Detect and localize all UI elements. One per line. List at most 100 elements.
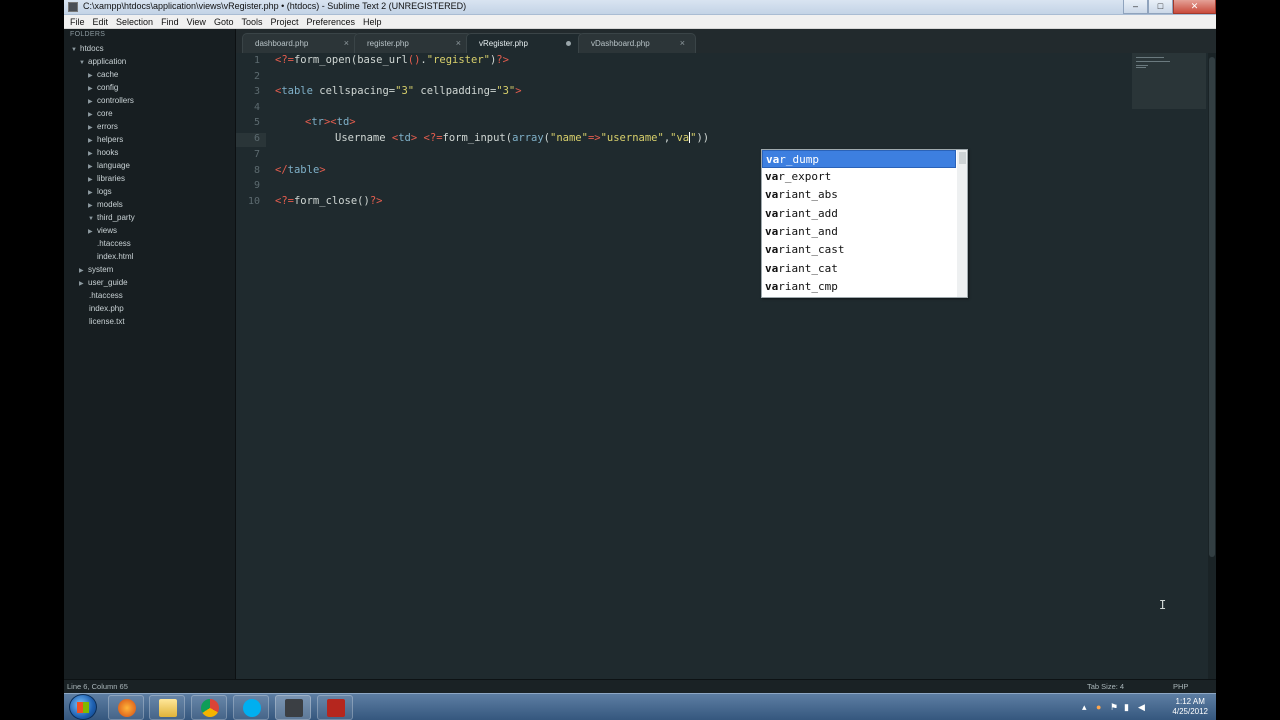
disclosure-right-icon[interactable]: ▶ [88, 135, 97, 147]
tree-item-htaccess-root[interactable]: .htaccess [89, 290, 123, 302]
menu-tools[interactable]: Tools [237, 15, 266, 29]
tree-item-models[interactable]: ▶ models [88, 199, 123, 211]
tree-item-label: logs [97, 187, 112, 196]
autocomplete-item[interactable]: var_export [762, 168, 956, 186]
disclosure-right-icon[interactable]: ▶ [88, 174, 97, 186]
code-editor[interactable]: 1 2 3 4 5 6 7 8 9 10 <?=form_open(base_u… [236, 53, 1216, 679]
code-line-3: <table cellspacing="3" cellpadding="3"> [275, 85, 522, 97]
tab-vdashboard-php[interactable]: vDashboard.php × [578, 33, 696, 53]
vertical-scrollbar[interactable] [1208, 53, 1216, 679]
tree-item-language[interactable]: ▶ language [88, 160, 130, 172]
tree-item-helpers[interactable]: ▶ helpers [88, 134, 123, 146]
tree-item-application[interactable]: ▼ application [79, 56, 126, 68]
disclosure-right-icon[interactable]: ▶ [79, 265, 88, 277]
disclosure-down-icon[interactable]: ▼ [79, 57, 88, 69]
disclosure-right-icon[interactable]: ▶ [88, 70, 97, 82]
tab-label: vRegister.php [479, 39, 528, 48]
disclosure-right-icon[interactable]: ▶ [88, 122, 97, 134]
taskbar-filezilla[interactable] [317, 695, 353, 720]
autocomplete-item[interactable]: variant_and [762, 223, 956, 241]
tree-item-license[interactable]: license.txt [89, 316, 125, 328]
tree-item-views[interactable]: ▶ views [88, 225, 117, 237]
disclosure-right-icon[interactable]: ▶ [88, 96, 97, 108]
tray-volume-icon[interactable]: ◀ [1138, 702, 1145, 713]
tree-item-label: third_party [97, 213, 135, 222]
line-number: 8 [253, 165, 260, 176]
sublime-app-icon [68, 2, 78, 12]
taskbar-chrome[interactable] [191, 695, 227, 720]
disclosure-right-icon[interactable]: ▶ [88, 83, 97, 95]
close-tab-icon[interactable]: × [680, 38, 685, 48]
autocomplete-item[interactable]: variant_add [762, 205, 956, 223]
tab-register-php[interactable]: register.php × [354, 33, 472, 53]
autocomplete-item-selected[interactable]: var_dump [762, 150, 956, 168]
taskbar-skype[interactable] [233, 695, 269, 720]
autocomplete-item[interactable]: variant_cmp [762, 278, 956, 296]
tree-item-label: models [97, 200, 123, 209]
menu-edit[interactable]: Edit [89, 15, 113, 29]
tree-item-user-guide[interactable]: ▶ user_guide [79, 277, 128, 289]
menu-preferences[interactable]: Preferences [302, 15, 359, 29]
tree-item-config[interactable]: ▶ config [88, 82, 118, 94]
tree-item-controllers[interactable]: ▶ controllers [88, 95, 134, 107]
menu-file[interactable]: File [66, 15, 89, 29]
tree-item-htdocs[interactable]: ▼ htdocs [71, 43, 104, 55]
minimap[interactable] [1132, 53, 1206, 109]
taskbar-sublime[interactable] [275, 695, 311, 720]
disclosure-right-icon[interactable]: ▶ [88, 187, 97, 199]
tree-item-logs[interactable]: ▶ logs [88, 186, 112, 198]
tree-item-libraries[interactable]: ▶ libraries [88, 173, 125, 185]
taskbar-clock[interactable]: 1:12 AM 4/25/2012 [1172, 697, 1208, 717]
menu-view[interactable]: View [183, 15, 210, 29]
tree-item-index-html[interactable]: index.html [97, 251, 133, 263]
tree-item-hooks[interactable]: ▶ hooks [88, 147, 118, 159]
menu-help[interactable]: Help [359, 15, 386, 29]
autocomplete-scroll-track[interactable] [957, 150, 967, 297]
disclosure-down-icon[interactable]: ▼ [88, 213, 97, 225]
tray-expand-icon[interactable]: ▴ [1082, 702, 1087, 713]
disclosure-right-icon[interactable]: ▶ [79, 278, 88, 290]
tray-app-icon[interactable]: ● [1096, 702, 1101, 712]
tray-flag-icon[interactable]: ⚑ [1110, 702, 1118, 713]
autocomplete-item[interactable]: variant_cat [762, 260, 956, 278]
taskbar-explorer[interactable] [149, 695, 185, 720]
tree-item-index-php[interactable]: index.php [89, 303, 124, 315]
tab-size-indicator[interactable]: Tab Size: 4 [1087, 682, 1124, 691]
autocomplete-scroll-thumb[interactable] [959, 152, 966, 164]
line-number: 9 [253, 180, 260, 191]
minimize-button[interactable]: – [1123, 0, 1148, 14]
unsaved-dot-icon[interactable] [566, 41, 571, 46]
syntax-indicator[interactable]: PHP [1173, 682, 1188, 691]
autocomplete-item[interactable]: variant_abs [762, 186, 956, 204]
menu-selection[interactable]: Selection [112, 15, 157, 29]
tab-bar: dashboard.php × register.php × vRegister… [236, 29, 1216, 53]
start-button[interactable] [69, 694, 97, 720]
menu-find[interactable]: Find [157, 15, 183, 29]
tab-dashboard-php[interactable]: dashboard.php × [242, 33, 360, 53]
close-tab-icon[interactable]: × [344, 38, 349, 48]
close-button[interactable]: ✕ [1173, 0, 1216, 14]
disclosure-right-icon[interactable]: ▶ [88, 109, 97, 121]
menu-goto[interactable]: Goto [210, 15, 238, 29]
menu-project[interactable]: Project [266, 15, 302, 29]
tree-item-system[interactable]: ▶ system [79, 264, 113, 276]
tab-vregister-php[interactable]: vRegister.php [466, 33, 584, 53]
tree-item-label: core [97, 109, 113, 118]
disclosure-right-icon[interactable]: ▶ [88, 161, 97, 173]
disclosure-right-icon[interactable]: ▶ [88, 226, 97, 238]
disclosure-down-icon[interactable]: ▼ [71, 44, 80, 56]
tray-network-icon[interactable]: ▮ [1124, 702, 1129, 713]
taskbar-firefox[interactable] [108, 695, 144, 720]
close-tab-icon[interactable]: × [456, 38, 461, 48]
tree-item-core[interactable]: ▶ core [88, 108, 113, 120]
maximize-button[interactable]: □ [1148, 0, 1173, 14]
disclosure-right-icon[interactable]: ▶ [88, 148, 97, 160]
tree-item-cache[interactable]: ▶ cache [88, 69, 118, 81]
disclosure-right-icon[interactable]: ▶ [88, 200, 97, 212]
tree-item-errors[interactable]: ▶ errors [88, 121, 118, 133]
tree-item-third-party[interactable]: ▼ third_party [88, 212, 135, 224]
code-line-10: <?=form_close()?> [275, 195, 383, 207]
autocomplete-item[interactable]: variant_cast [762, 241, 956, 259]
scrollbar-thumb[interactable] [1209, 57, 1215, 557]
tree-item-htaccess[interactable]: .htaccess [97, 238, 131, 250]
